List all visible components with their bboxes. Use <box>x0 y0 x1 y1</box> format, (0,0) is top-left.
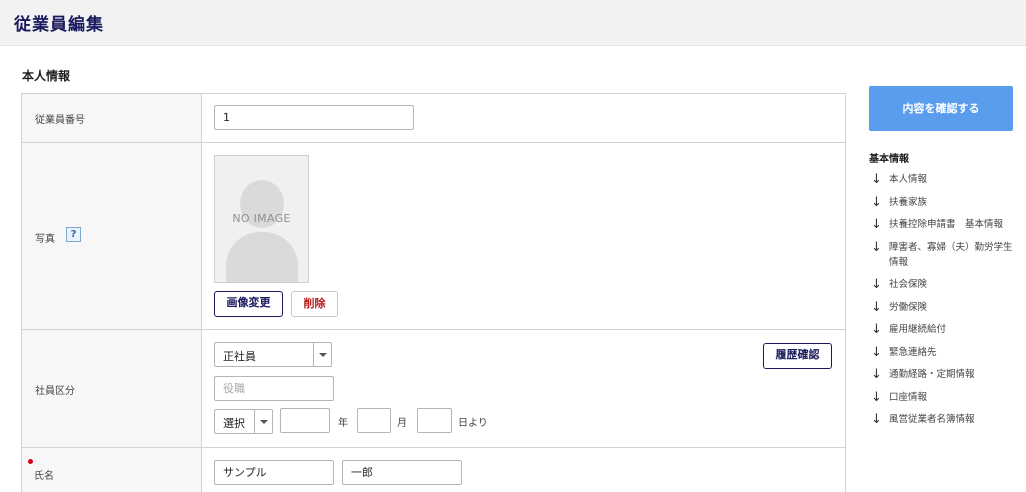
year-unit: 年 <box>338 418 348 429</box>
name-row: 氏名 サンプル 一郎 <box>22 448 845 492</box>
day-input[interactable] <box>417 408 452 433</box>
photo-row: 写真 ? NO IMAGE 画像変更 削除 <box>22 143 845 330</box>
arrow-down-icon: ↓ <box>871 367 882 382</box>
help-icon[interactable]: ? <box>66 227 81 242</box>
nav-item-label: 雇用継続給付 <box>889 324 947 335</box>
nav-item-label: 扶養控除申請書 基本情報 <box>889 219 1004 230</box>
arrow-down-icon: ↓ <box>871 239 882 255</box>
page-header: 従業員編集 <box>0 0 1026 46</box>
nav-title: 基本情報 <box>869 154 909 165</box>
arrow-down-icon: ↓ <box>871 389 882 405</box>
photo-label: 写真 <box>35 234 55 245</box>
photo-label-cell: 写真 ? <box>22 143 202 329</box>
year-input[interactable] <box>280 408 330 433</box>
employment-type-value: 正社員 <box>223 350 256 363</box>
nav-item-label: 風営従業者名簿情報 <box>889 414 975 425</box>
name-label-cell: 氏名 <box>22 448 202 492</box>
employment-type-label-cell: 社員区分 <box>22 330 202 447</box>
select-arrow-icon <box>254 410 272 433</box>
sidebar-nav: ↓ 本人情報 ↓ 扶養家族 ↓ 扶養控除申請書 基本情報 ↓ 障害者、寡婦（夫）勤労学生… <box>869 172 1017 435</box>
nav-item-employment-continuation[interactable]: ↓ 雇用継続給付 <box>869 322 1017 337</box>
employment-type-row: 社員区分 正社員 履歴確認 役職 選択 年 月 日より <box>22 330 845 448</box>
arrow-down-icon: ↓ <box>871 217 882 232</box>
employment-type-select[interactable]: 正社員 <box>214 342 332 367</box>
arrow-down-icon: ↓ <box>871 322 882 337</box>
nav-item-label: 社会保険 <box>889 279 928 290</box>
month-input[interactable] <box>357 408 391 433</box>
select-arrow-icon <box>313 343 331 366</box>
arrow-down-icon: ↓ <box>871 172 882 187</box>
nav-item-disability-info[interactable]: ↓ 障害者、寡婦（夫）勤労学生情報 <box>869 240 1017 270</box>
history-check-button[interactable]: 履歴確認 <box>763 343 832 369</box>
nav-item-deduction-application[interactable]: ↓ 扶養控除申請書 基本情報 <box>869 217 1017 232</box>
nav-item-label: 口座情報 <box>889 391 928 403</box>
name-label: 氏名 <box>34 471 54 482</box>
arrow-down-icon: ↓ <box>871 299 882 315</box>
nav-item-label: 緊急連絡先 <box>889 346 937 358</box>
nav-item-label: 本人情報 <box>889 174 928 185</box>
arrow-down-icon: ↓ <box>871 194 882 210</box>
employee-number-label: 従業員番号 <box>35 115 85 126</box>
change-image-button[interactable]: 画像変更 <box>214 291 283 317</box>
nav-item-commute-route[interactable]: ↓ 通勤経路・定期情報 <box>869 367 1017 382</box>
required-indicator <box>28 459 33 464</box>
employee-number-label-cell: 従業員番号 <box>22 94 202 142</box>
nav-item-label: 通勤経路・定期情報 <box>889 369 975 380</box>
employee-form: 従業員番号 1 写真 ? NO IMAGE 画像変更 削除 社員区分 正社員 履… <box>21 93 846 492</box>
delete-image-button[interactable]: 削除 <box>291 291 338 317</box>
arrow-down-icon: ↓ <box>871 277 882 292</box>
nav-item-labor-insurance[interactable]: ↓ 労働保険 <box>869 300 1017 315</box>
employee-number-row: 従業員番号 1 <box>22 94 845 143</box>
nav-item-label: 労働保険 <box>889 301 928 313</box>
nav-item-dependents[interactable]: ↓ 扶養家族 <box>869 195 1017 210</box>
confirm-content-button[interactable]: 内容を確認する <box>869 86 1013 131</box>
nav-item-personal-info[interactable]: ↓ 本人情報 <box>869 172 1017 187</box>
last-name-input[interactable]: サンプル <box>214 460 334 485</box>
employee-number-input[interactable]: 1 <box>214 105 414 130</box>
nav-item-entertainment-register[interactable]: ↓ 風営従業者名簿情報 <box>869 412 1017 427</box>
employment-type-label: 社員区分 <box>35 386 75 397</box>
month-unit: 月 <box>397 418 407 429</box>
nav-item-social-insurance[interactable]: ↓ 社会保険 <box>869 277 1017 292</box>
era-value: 選択 <box>223 417 245 430</box>
section-title: 本人情報 <box>22 69 71 83</box>
era-select[interactable]: 選択 <box>214 409 273 434</box>
first-name-input[interactable]: 一郎 <box>342 460 462 485</box>
nav-item-bank-account[interactable]: ↓ 口座情報 <box>869 390 1017 405</box>
page-title: 従業員編集 <box>14 15 104 35</box>
no-image-text: NO IMAGE <box>232 212 291 225</box>
nav-item-label: 障害者、寡婦（夫）勤労学生情報 <box>889 241 1013 268</box>
nav-item-label: 扶養家族 <box>889 196 928 208</box>
day-unit: 日より <box>458 418 488 429</box>
photo-placeholder: NO IMAGE <box>214 155 309 283</box>
position-input[interactable]: 役職 <box>214 376 334 401</box>
arrow-down-icon: ↓ <box>871 412 882 427</box>
person-silhouette-body <box>226 232 298 282</box>
arrow-down-icon: ↓ <box>871 344 882 360</box>
nav-item-emergency-contact[interactable]: ↓ 緊急連絡先 <box>869 345 1017 360</box>
